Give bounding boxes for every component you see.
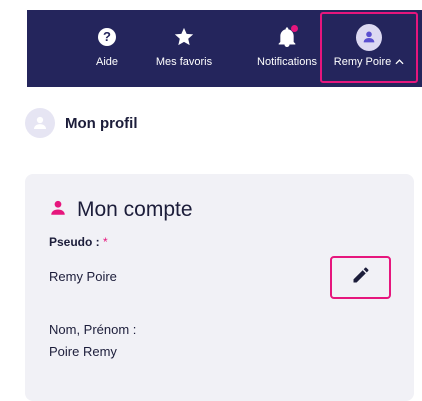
bell-icon [274,24,300,50]
star-icon [171,24,197,50]
nav-notifications-label: Notifications [257,56,317,68]
user-avatar-icon [25,108,55,138]
pseudo-label-text: Pseudo : [49,235,104,249]
nav-favoris-label: Mes favoris [155,56,213,68]
nav-favoris[interactable]: Mes favoris [139,10,229,87]
required-mark: * [103,235,108,249]
chevron-up-icon [395,56,404,68]
edit-pseudo-button[interactable] [330,256,391,299]
nav-user-label: Remy Poire [333,56,392,68]
account-card-header: Mon compte [49,198,193,222]
nav-aide[interactable]: ? Aide [82,10,132,87]
person-icon [49,199,67,222]
main-navbar: ? Aide Mes favoris Notifications Remy Po… [27,10,422,87]
nav-user-menu[interactable]: Remy Poire [320,12,418,83]
notification-badge [291,25,298,32]
nav-aide-label: Aide [95,56,119,68]
account-card: Mon compte Pseudo : * Remy Poire Nom, Pr… [25,174,414,401]
nom-prenom-label: Nom, Prénom : [49,322,137,337]
top-header: ? Aide Mes favoris Notifications Remy Po… [0,0,422,88]
help-icon: ? [94,24,120,50]
nom-prenom-value: Poire Remy [49,344,117,359]
pseudo-value: Remy Poire [49,269,117,284]
account-title: Mon compte [77,198,193,221]
user-avatar-icon [356,23,382,51]
page-title: Mon profil [65,114,138,132]
profile-header: Mon profil [25,108,137,138]
pseudo-label: Pseudo : * [49,235,108,249]
pencil-icon [351,265,371,290]
